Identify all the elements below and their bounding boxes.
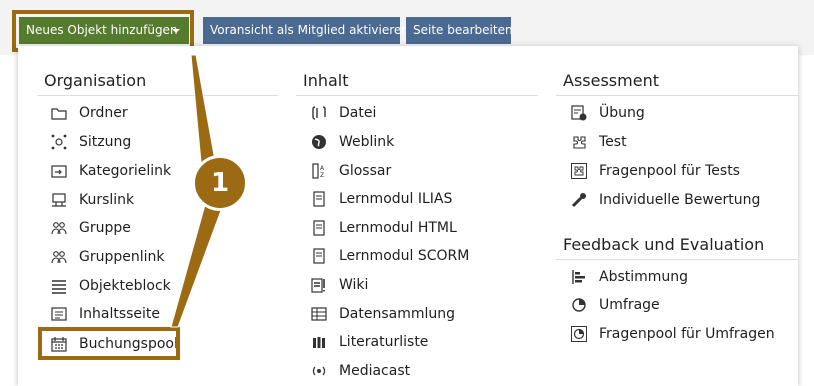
callout-pointer — [170, 54, 224, 328]
callout-badge: 1 — [192, 155, 248, 211]
